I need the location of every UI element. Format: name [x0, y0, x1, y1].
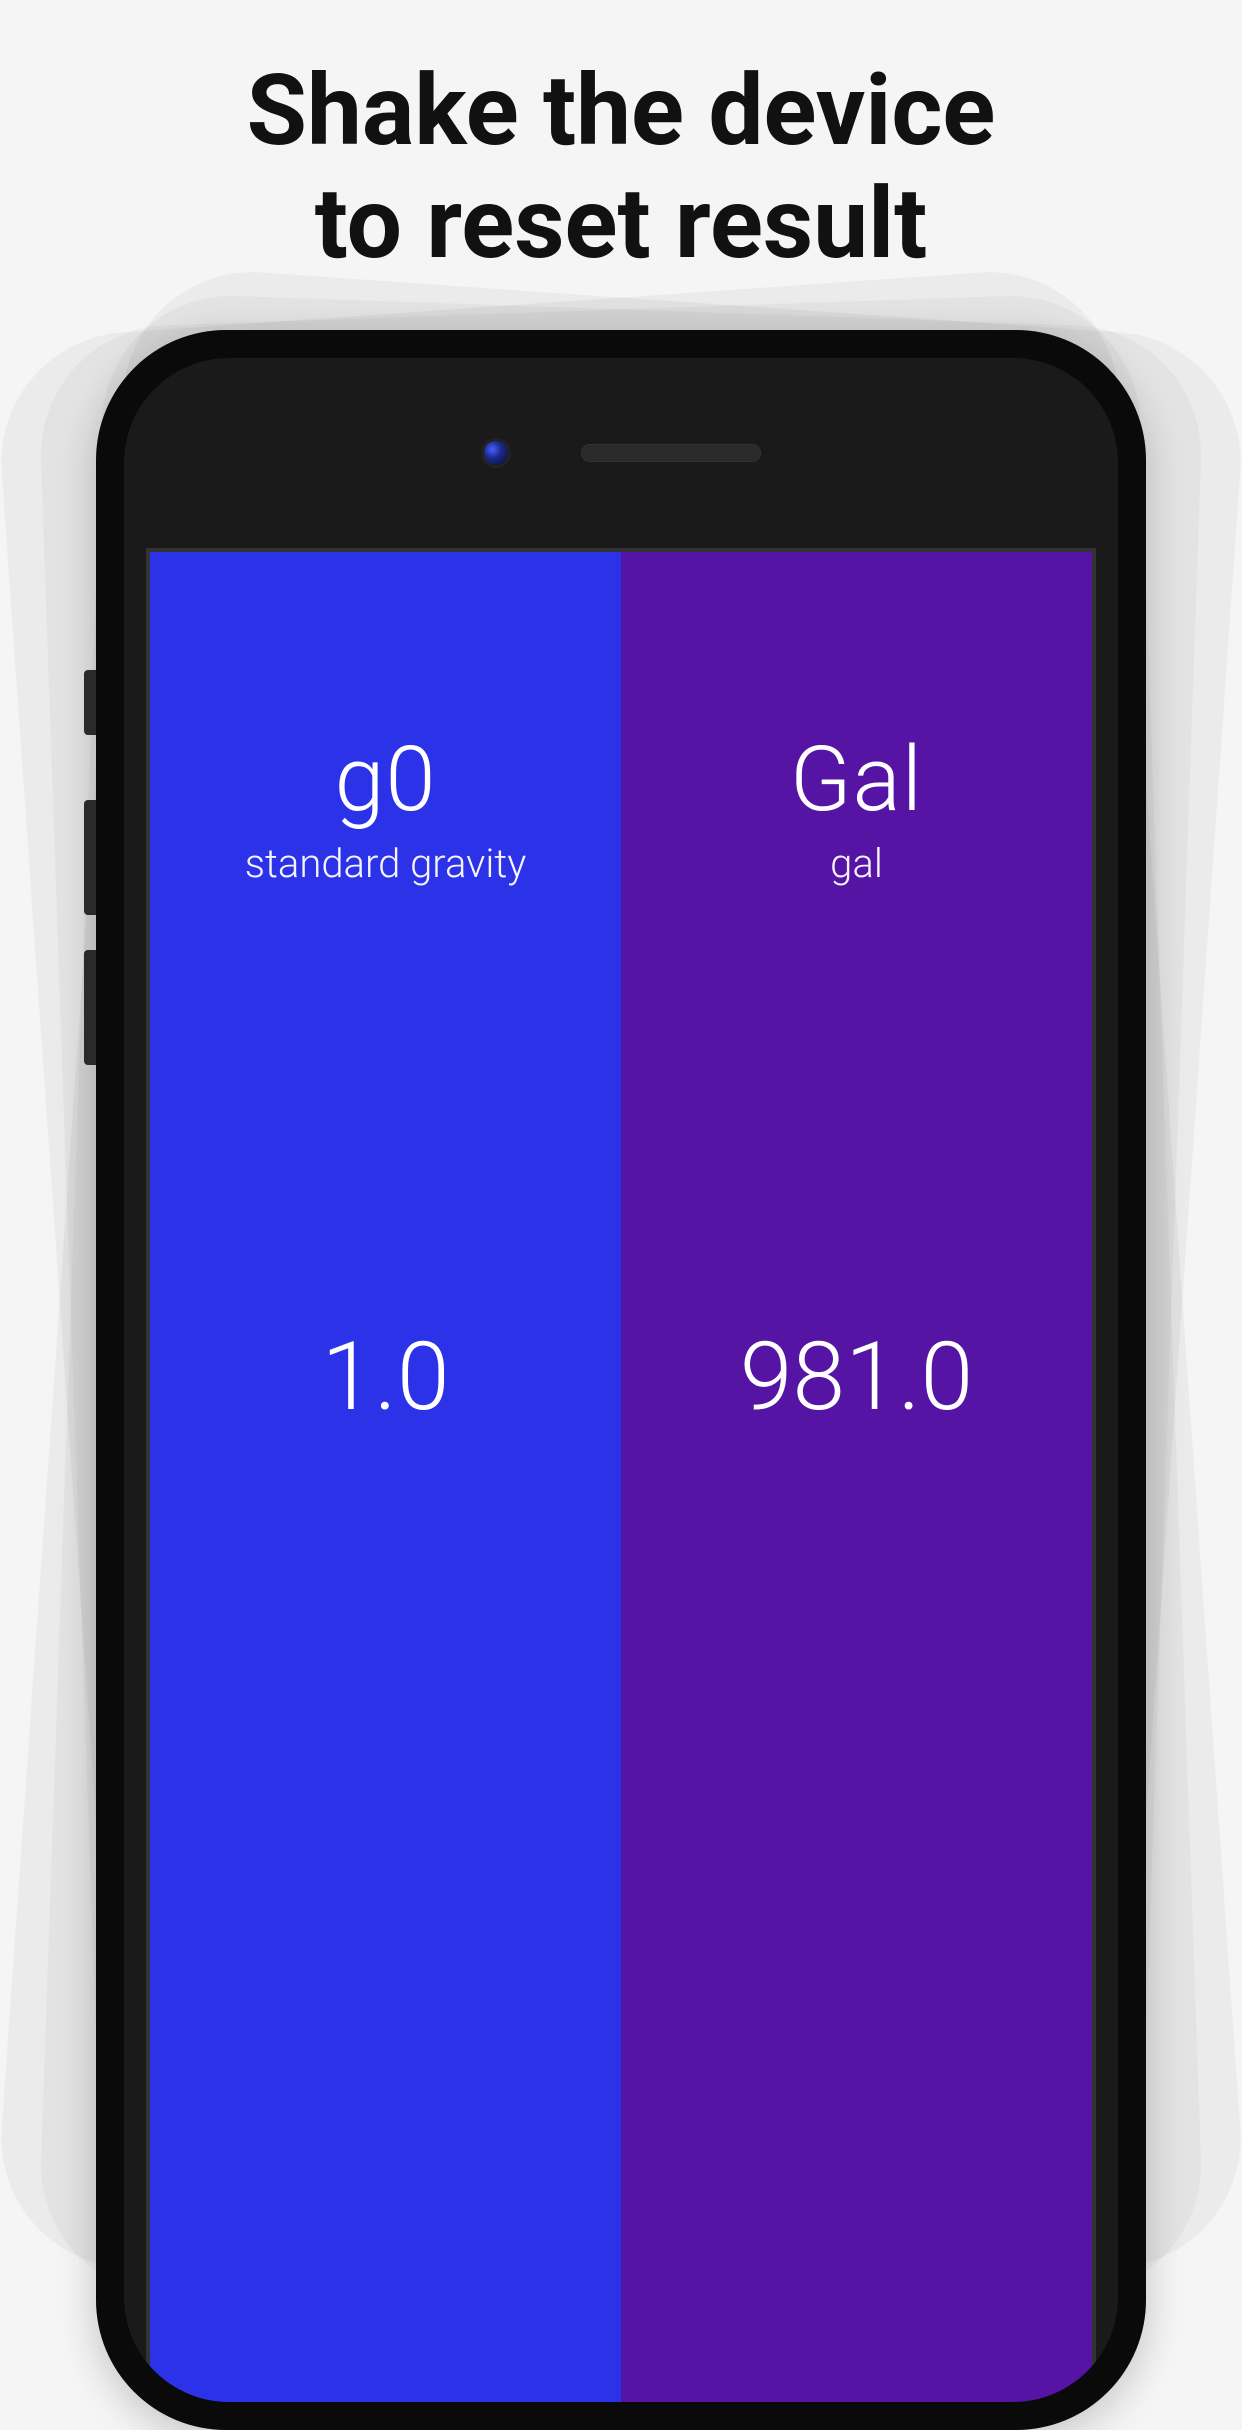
left-unit-name: standard gravity: [245, 840, 527, 887]
phone-top-bezel: [124, 358, 1118, 548]
phone-volume-down: [84, 950, 96, 1065]
left-unit-pane[interactable]: g0 standard gravity 1.0: [150, 552, 621, 2402]
left-unit-symbol: g0: [245, 727, 527, 832]
right-unit-symbol: Gal: [790, 727, 923, 832]
phone-body: g0 standard gravity 1.0 Gal gal 981.0: [96, 330, 1146, 2430]
right-unit-pane[interactable]: Gal gal 981.0: [621, 552, 1092, 2402]
left-unit-value[interactable]: 1.0: [321, 1322, 449, 1433]
left-unit-header[interactable]: g0 standard gravity: [245, 727, 527, 887]
headline-line-1: Shake the device: [0, 55, 1242, 168]
front-camera-icon: [481, 438, 511, 468]
app-screen: g0 standard gravity 1.0 Gal gal 981.0: [146, 548, 1096, 2402]
phone-mute-switch: [84, 670, 96, 735]
phone-bezel: g0 standard gravity 1.0 Gal gal 981.0: [124, 358, 1118, 2402]
phone-mockup: g0 standard gravity 1.0 Gal gal 981.0: [96, 330, 1146, 2430]
phone-volume-up: [84, 800, 96, 915]
earpiece-speaker-icon: [581, 444, 761, 462]
right-unit-value[interactable]: 981.0: [740, 1322, 974, 1433]
right-unit-name: gal: [790, 840, 923, 887]
headline-line-2: to reset result: [0, 168, 1242, 281]
right-unit-header[interactable]: Gal gal: [790, 727, 923, 887]
marketing-headline: Shake the device to reset result: [0, 0, 1242, 280]
